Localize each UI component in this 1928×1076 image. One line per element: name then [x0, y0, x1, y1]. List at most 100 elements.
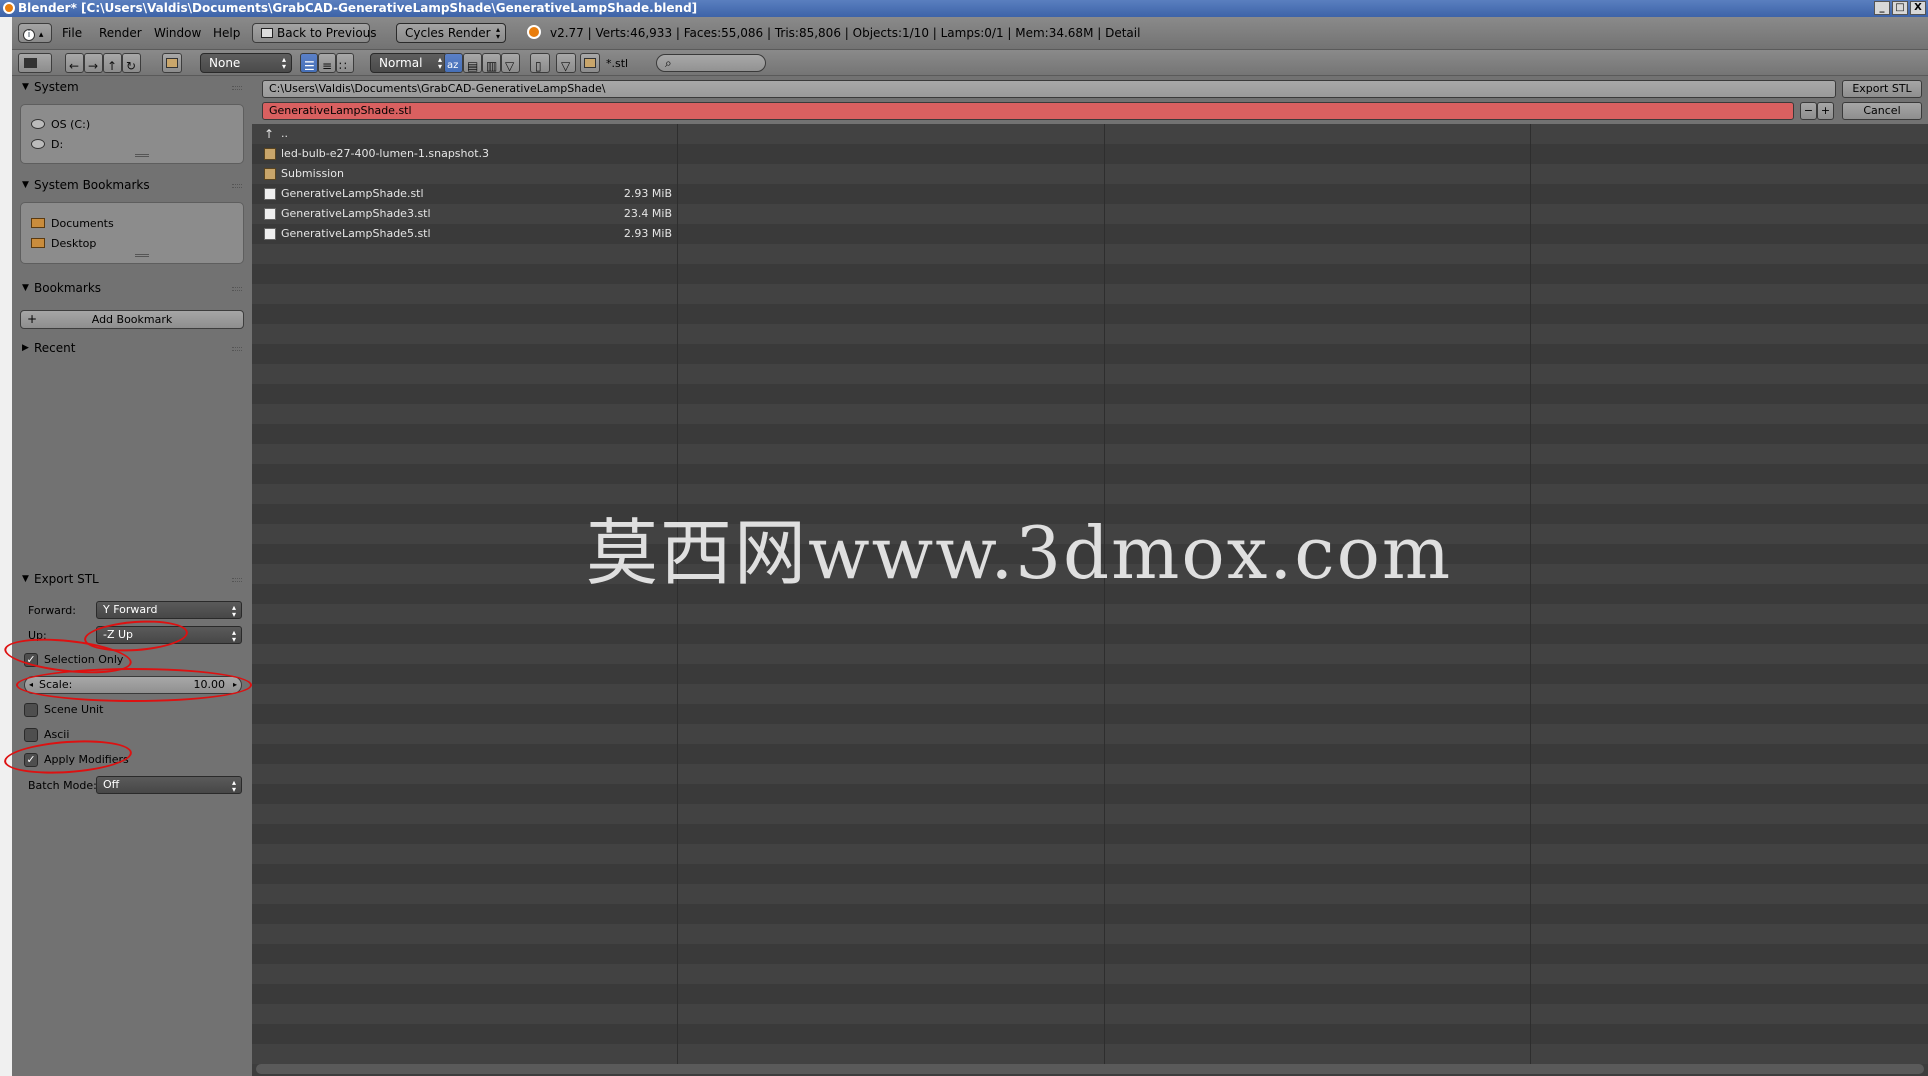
updown-arrows-icon: ▴ ▾: [281, 55, 286, 71]
back-to-previous-button[interactable]: Back to Previous: [252, 23, 377, 43]
scale-field[interactable]: ◂ Scale: 10.00 ▸: [24, 676, 242, 694]
plus-icon: +: [27, 312, 38, 326]
chevron-left-icon[interactable]: ◂: [29, 677, 33, 693]
column-divider: [1530, 124, 1531, 1064]
blender-logo-icon: [3, 2, 15, 14]
display-size-select[interactable]: Normal ▴ ▾: [370, 53, 448, 73]
minimize-button[interactable]: _: [1874, 1, 1890, 15]
screen-icon: [261, 28, 273, 38]
system-item-c-drive[interactable]: OS (C:): [31, 118, 90, 131]
menu-help[interactable]: Help: [213, 26, 240, 40]
menu-window[interactable]: Window: [154, 26, 201, 40]
export-stl-panel-header[interactable]: ▼ Export STL: [12, 568, 252, 590]
drag-grip-icon[interactable]: [232, 578, 242, 582]
filter-button[interactable]: ▽: [556, 53, 576, 73]
search-input[interactable]: [679, 56, 759, 70]
filter-icon: ▽: [561, 59, 571, 73]
list-resize-grip[interactable]: [135, 254, 149, 257]
folder-icon: [31, 238, 45, 248]
info-icon: i: [23, 29, 35, 41]
batch-mode-label: Batch Mode:: [28, 779, 97, 792]
menu-file[interactable]: File: [62, 26, 82, 40]
up-axis-select[interactable]: -Z Up ▴ ▾: [96, 626, 242, 644]
decrement-filename-button[interactable]: −: [1800, 102, 1817, 120]
system-item-d-drive[interactable]: D:: [31, 138, 63, 151]
checkbox-checked[interactable]: ✓: [24, 653, 38, 667]
folder-icon: [264, 148, 276, 160]
forward-axis-select[interactable]: Y Forward ▴ ▾: [96, 601, 242, 619]
file-browser-editor-button[interactable]: [18, 53, 52, 73]
system-bookmarks-list: Documents Desktop: [20, 202, 244, 264]
list-resize-grip[interactable]: [135, 154, 149, 157]
triangle-down-icon: ▼: [22, 574, 29, 584]
checkbox-unchecked[interactable]: [24, 728, 38, 742]
chevron-updown-icon: ▴: [38, 30, 44, 40]
file-icon: [264, 208, 276, 220]
arrow-up-icon: ↑: [107, 59, 118, 73]
recursion-select[interactable]: None ▴ ▾: [200, 53, 292, 73]
thumbnails-icon: ∷: [339, 59, 347, 73]
drag-grip-icon[interactable]: [232, 184, 242, 188]
triangle-down-icon: ▼: [22, 180, 29, 190]
export-stl-button[interactable]: Export STL: [1842, 80, 1922, 98]
system-bookmark-documents[interactable]: Documents: [31, 217, 114, 230]
forward-button[interactable]: →: [84, 53, 103, 73]
short-list-icon: ☰: [304, 59, 315, 73]
checkbox-unchecked[interactable]: [24, 703, 38, 717]
back-button[interactable]: ←: [65, 53, 84, 73]
new-folder-icon: [166, 58, 178, 68]
path-bar: C:\Users\Valdis\Documents\GrabCAD-Genera…: [252, 76, 1928, 124]
ghost-icon: ▯: [535, 59, 542, 73]
folder-icon: [31, 218, 45, 228]
increment-filename-button[interactable]: +: [1817, 102, 1834, 120]
parent-directory-button[interactable]: ↑: [103, 53, 122, 73]
add-bookmark-button[interactable]: + Add Bookmark: [20, 310, 244, 329]
cancel-button[interactable]: Cancel: [1842, 102, 1922, 120]
maximize-button[interactable]: □: [1892, 1, 1908, 15]
recent-panel-header[interactable]: ▶ Recent: [12, 337, 252, 359]
drag-grip-icon[interactable]: [232, 86, 242, 90]
filter-folders-button[interactable]: [580, 53, 600, 73]
file-icon: [264, 228, 276, 240]
drag-grip-icon[interactable]: [232, 347, 242, 351]
sort-size-button[interactable]: ▽: [501, 53, 520, 73]
filter-glob-text[interactable]: *.stl: [606, 57, 628, 70]
editor-type-button[interactable]: i ▴: [18, 23, 52, 43]
sort-alpha-icon: az: [447, 60, 459, 71]
new-folder-button[interactable]: [162, 53, 182, 73]
sort-time-button[interactable]: ▥: [482, 53, 501, 73]
long-list-icon: ≡: [322, 59, 333, 73]
triangle-down-icon: ▼: [22, 283, 29, 293]
updown-arrows-icon: ▴ ▾: [231, 628, 236, 644]
sort-extension-button[interactable]: ▤: [463, 53, 482, 73]
arrow-right-icon: →: [88, 59, 99, 73]
close-button[interactable]: X: [1910, 1, 1926, 15]
display-short-list-button[interactable]: ☰: [300, 53, 318, 73]
system-bookmark-desktop[interactable]: Desktop: [31, 237, 96, 250]
triangle-right-icon: ▶: [22, 343, 29, 353]
horizontal-scrollbar[interactable]: [256, 1064, 1924, 1074]
refresh-button[interactable]: ↻: [122, 53, 141, 73]
disk-icon: [31, 139, 45, 149]
system-panel-header[interactable]: ▼ System: [12, 76, 252, 98]
bookmarks-panel-header[interactable]: ▼ Bookmarks: [12, 277, 252, 299]
batch-mode-select[interactable]: Off ▴ ▾: [96, 776, 242, 794]
display-long-list-button[interactable]: ≡: [318, 53, 336, 73]
minus-icon: −: [1803, 104, 1814, 117]
render-engine-select[interactable]: Cycles Render ▴ ▾: [396, 23, 506, 43]
system-bookmarks-panel-header[interactable]: ▼ System Bookmarks: [12, 174, 252, 196]
window-title: Blender* [C:\Users\Valdis\Documents\Grab…: [18, 1, 698, 15]
display-thumbnails-button[interactable]: ∷: [336, 53, 354, 73]
chevron-right-icon[interactable]: ▸: [233, 677, 237, 693]
sort-alpha-button[interactable]: az: [444, 53, 463, 73]
directory-path-field[interactable]: C:\Users\Valdis\Documents\GrabCAD-Genera…: [262, 80, 1836, 98]
search-field[interactable]: ⌕: [656, 54, 766, 72]
parent-directory-icon: ↑: [264, 127, 275, 141]
system-list: OS (C:) D:: [20, 104, 244, 164]
plus-icon: +: [1820, 104, 1831, 117]
checkbox-checked[interactable]: ✓: [24, 753, 38, 767]
menu-render[interactable]: Render: [99, 26, 142, 40]
drag-grip-icon[interactable]: [232, 287, 242, 291]
hide-dot-files-button[interactable]: ▯: [530, 53, 550, 73]
filename-field[interactable]: GenerativeLampShade.stl: [262, 102, 1794, 120]
